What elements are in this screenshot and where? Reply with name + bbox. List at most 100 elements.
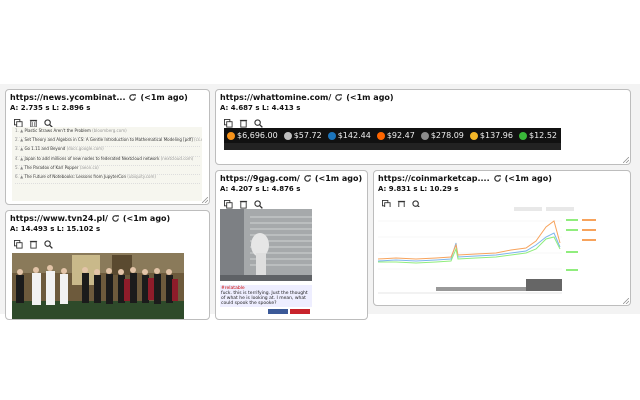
pinterest-share-button[interactable]: [290, 309, 310, 314]
card-toolbar: [224, 113, 263, 128]
ticker-bottom-bar: [224, 143, 561, 150]
coin-price-value: $142.44: [337, 131, 371, 140]
screenshot-icon[interactable]: [224, 194, 233, 209]
card-toolbar: [224, 194, 263, 209]
coin-price-ticker: $6,696.00 $57.72 $142.44 $92.47 $278.09 $137.…: [224, 128, 561, 143]
coin-price[interactable]: $137.96: [469, 131, 513, 140]
coin-price-value: $278.09: [430, 131, 464, 140]
screenshot-icon[interactable]: [382, 194, 391, 209]
facebook-share-button[interactable]: [268, 309, 288, 314]
screenshot-icon[interactable]: [224, 113, 233, 128]
hn-story-title[interactable]: Set Theory and Algebra in CS: A Gentle I…: [24, 137, 194, 142]
hn-story-site: (aeon.co): [79, 164, 99, 170]
news-photo: [12, 253, 184, 319]
hn-story-title[interactable]: Go 1.11 and Beyond: [24, 146, 66, 152]
refresh-icon[interactable]: [334, 93, 343, 102]
coin-price[interactable]: $278.09: [420, 131, 464, 140]
coin-price[interactable]: $92.47: [376, 131, 415, 140]
screenshot-icon[interactable]: [13, 234, 23, 249]
coin-icon: [327, 131, 336, 140]
zoom-icon[interactable]: [44, 234, 53, 249]
refresh-icon[interactable]: [493, 174, 502, 183]
hn-story-row[interactable]: 2. ▲ Set Theory and Algebra in CS: A Gen…: [15, 137, 202, 143]
hn-story-title[interactable]: The Paradox of Karl Popper: [24, 165, 79, 170]
refresh-time: (<1m ago): [346, 93, 394, 102]
delete-icon[interactable]: [239, 194, 248, 209]
zoom-icon[interactable]: [412, 194, 421, 209]
card-header: https://whattomine.com/ (<1m ago): [220, 93, 394, 102]
post-caption-box: #relatable fuck. this is terrifying. Jus…: [220, 285, 312, 307]
delete-icon[interactable]: [239, 113, 248, 128]
card-header: https://www.tvn24.pl/ (<1m ago): [10, 214, 170, 223]
resize-handle[interactable]: [623, 298, 629, 304]
page-preview[interactable]: [12, 253, 184, 319]
hn-story-list: 1. ▲ Plastic Straws Aren't the Problem (…: [12, 127, 202, 185]
delete-icon[interactable]: [29, 234, 38, 249]
card-url[interactable]: https://coinmarketcap....: [378, 174, 490, 183]
coin-price[interactable]: $57.72: [283, 131, 322, 140]
hn-story-title[interactable]: Japan to add millions of new nodes to fe…: [24, 156, 160, 161]
hn-story-meta: [15, 180, 200, 185]
card-url[interactable]: https://news.ycombinat...: [10, 93, 125, 102]
hn-story-site: (cs.msu.edu): [194, 137, 202, 143]
page-preview[interactable]: $6,696.00 $57.72 $142.44 $92.47 $278.09 $137.…: [224, 128, 561, 150]
card-header: https://coinmarketcap.... (<1m ago): [378, 174, 552, 183]
refresh-icon[interactable]: [303, 174, 312, 183]
hn-story-title[interactable]: The Future of Notebooks: Lessons from Ju…: [24, 174, 127, 179]
zoom-icon[interactable]: [44, 113, 53, 128]
resize-handle[interactable]: [202, 197, 208, 203]
coin-price-value: $6,696.00: [237, 131, 278, 140]
price-chart-thumbnail: [377, 207, 596, 294]
card-hacker-news: https://news.ycombinat... (<1m ago) A: 2…: [5, 89, 210, 205]
zoom-icon[interactable]: [254, 194, 263, 209]
hn-story-site: (bloomberg.com): [92, 128, 127, 133]
dashboard-area: https://news.ycombinat... (<1m ago) A: 2…: [0, 84, 640, 320]
card-url[interactable]: https://whattomine.com/: [220, 93, 331, 102]
delete-icon[interactable]: [29, 113, 38, 128]
coin-price[interactable]: $6,696.00: [227, 131, 278, 140]
coin-price[interactable]: $142.44: [327, 131, 371, 140]
coin-price-value: $137.96: [479, 131, 513, 140]
card-header: https://news.ycombinat... (<1m ago): [10, 93, 188, 102]
page-preview[interactable]: 1. ▲ Plastic Straws Aren't the Problem (…: [12, 127, 202, 201]
share-buttons-row: [220, 309, 312, 314]
card-whattomine: https://whattomine.com/ (<1m ago) A: 4.6…: [215, 89, 631, 165]
card-tvn24: https://www.tvn24.pl/ (<1m ago) A: 14.49…: [5, 210, 210, 320]
card-9gag: https://9gag.com/ (<1m ago) A: 4.207 s L…: [215, 170, 368, 320]
coin-icon: [283, 131, 292, 140]
resize-handle[interactable]: [623, 157, 629, 163]
screenshot-icon[interactable]: [13, 113, 23, 128]
refresh-time: (<1m ago): [314, 174, 363, 183]
hn-story-site: (ubiquity.com): [127, 173, 156, 179]
hn-story-title[interactable]: Plastic Straws Aren't the Problem: [24, 128, 92, 133]
card-toolbar: [13, 234, 53, 249]
refresh-time: (<1m ago): [504, 174, 552, 183]
hn-story-row[interactable]: 4. ▲ Japan to add millions of new nodes …: [15, 155, 200, 162]
coin-price-value: $57.72: [293, 131, 322, 140]
hn-story-site: (nextcloud.com): [160, 155, 194, 161]
card-toolbar: [382, 194, 421, 209]
load-stats: A: 4.207 s L: 4.876 s: [220, 185, 301, 193]
card-coinmarketcap: https://coinmarketcap.... (<1m ago) A: 9…: [373, 170, 631, 306]
zoom-icon[interactable]: [254, 113, 263, 128]
card-url[interactable]: https://9gag.com/: [220, 174, 300, 183]
page-preview[interactable]: #relatable fuck. this is terrifying. Jus…: [220, 209, 312, 319]
card-header: https://9gag.com/ (<1m ago): [220, 174, 362, 183]
coin-icon: [519, 131, 527, 140]
card-toolbar: [13, 113, 53, 128]
page-preview[interactable]: [376, 207, 628, 303]
refresh-time: (<1m ago): [122, 214, 171, 223]
delete-icon[interactable]: [397, 194, 406, 209]
hn-story-site: (docs.google.com): [66, 146, 104, 152]
load-stats: A: 2.735 s L: 2.896 s: [10, 104, 91, 112]
coin-icon: [376, 131, 385, 140]
refresh-icon[interactable]: [128, 93, 137, 102]
coin-price[interactable]: $12.52: [519, 131, 557, 140]
post-caption: fuck. this is terrifying. Just the thoug…: [221, 291, 308, 306]
card-url[interactable]: https://www.tvn24.pl/: [10, 214, 108, 223]
load-stats: A: 9.831 s L: 10.29 s: [378, 185, 459, 193]
meme-photo: [220, 209, 312, 281]
load-stats: A: 14.493 s L: 15.102 s: [10, 225, 101, 233]
coin-icon: [227, 131, 235, 140]
refresh-icon[interactable]: [111, 214, 120, 223]
